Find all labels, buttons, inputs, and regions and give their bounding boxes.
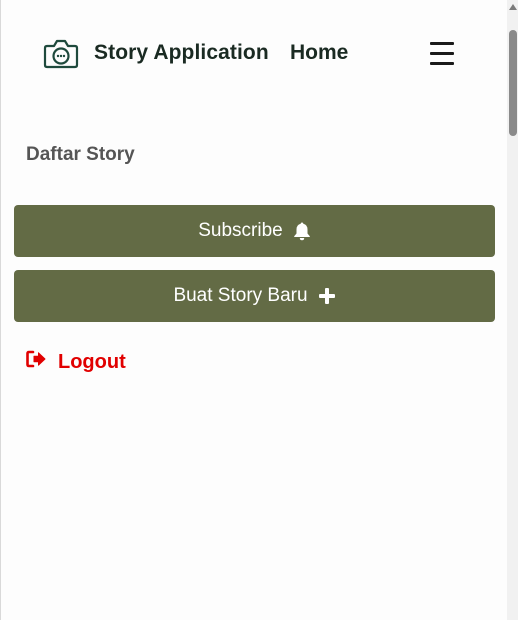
new-story-button[interactable]: Buat Story Baru — [14, 270, 495, 322]
sign-out-icon — [26, 350, 46, 374]
subscribe-label: Subscribe — [198, 220, 283, 241]
brand-title: Story Application — [94, 41, 269, 64]
logout-button[interactable]: Logout — [26, 350, 126, 374]
camera-icon — [43, 37, 79, 69]
new-story-label: Buat Story Baru — [173, 285, 308, 306]
scroll-up-arrow-icon[interactable] — [509, 4, 517, 10]
nav-home-link[interactable]: Home — [290, 41, 348, 65]
bell-icon — [293, 221, 311, 241]
app-page: Story Application Home Daftar Story Subs… — [0, 0, 507, 620]
subscribe-button[interactable]: Subscribe — [14, 205, 495, 257]
story-list-title: Daftar Story — [26, 144, 135, 165]
vertical-scrollbar[interactable] — [507, 0, 518, 620]
app-header: Story Application Home — [1, 30, 508, 76]
plus-icon — [318, 287, 336, 305]
scrollbar-thumb[interactable] — [509, 30, 517, 136]
logout-label: Logout — [58, 350, 126, 373]
hamburger-menu-button[interactable] — [427, 40, 455, 68]
